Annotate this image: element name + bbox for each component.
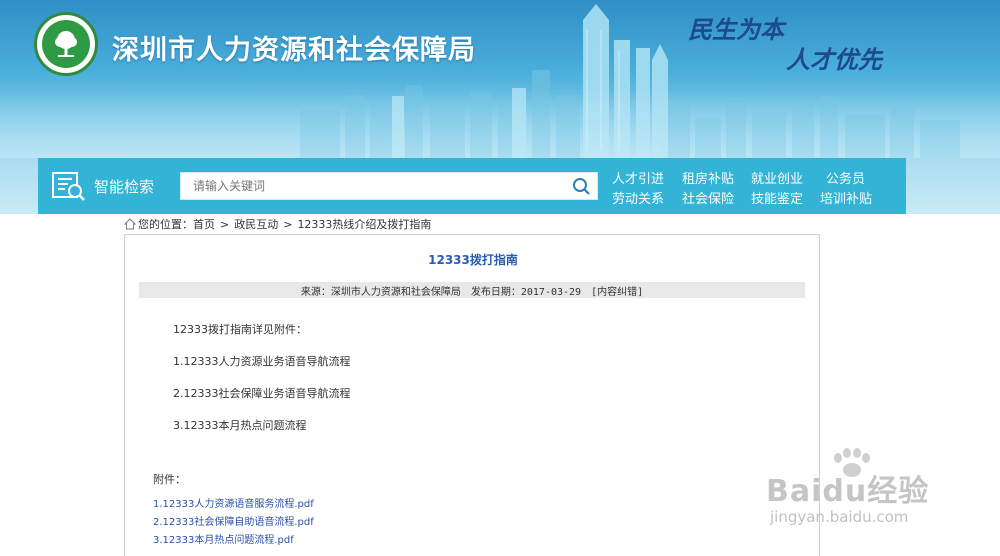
attachments-label: 附件： <box>153 473 186 486</box>
nav-link-employment[interactable]: 就业创业 <box>751 168 803 187</box>
nav-link-talent-intro[interactable]: 人才引进 <box>612 168 664 187</box>
nav-link-skill-appraisal[interactable]: 技能鉴定 <box>751 188 803 207</box>
breadcrumb-prefix: 您的位置： <box>138 218 193 231</box>
breadcrumb-home[interactable]: 首页 <box>193 216 215 232</box>
smart-search-icon <box>52 172 85 201</box>
attachment-link[interactable]: 2.12333社会保障自助语音流程.pdf <box>153 513 314 528</box>
article-paragraph: 12333拨打指南详见附件： <box>173 323 307 336</box>
content-correction-link[interactable]: [内容纠错] <box>591 283 643 298</box>
attachment-link[interactable]: 1.12333人力资源语音服务流程.pdf <box>153 495 314 510</box>
attachment-link[interactable]: 3.12333本月热点问题流程.pdf <box>153 531 294 546</box>
breadcrumb-hotline-guide[interactable]: 12333热线介绍及拨打指南 <box>297 216 431 232</box>
search-label: 智能检索 <box>94 178 155 196</box>
paw-icon <box>834 448 870 477</box>
article-panel: 12333拨打指南 来源：深圳市人力资源和社会保障局 发布日期：2017-03-… <box>124 234 820 556</box>
home-icon <box>124 218 136 230</box>
nav-link-labor-relations[interactable]: 劳动关系 <box>612 188 664 207</box>
nav-link-training-subsidy[interactable]: 培训补贴 <box>820 188 872 207</box>
article-paragraph: 1.12333人力资源业务语音导航流程 <box>173 355 351 368</box>
search-nav-bar: 智能检索 人才引进 租房补贴 就业创业 公务员 劳动关系 社会保险 技能鉴定 培… <box>38 158 906 214</box>
article-title: 12333拨打指南 <box>428 253 518 267</box>
search-icon[interactable] <box>571 176 593 196</box>
nav-link-civil-servant[interactable]: 公务员 <box>826 168 865 187</box>
nav-link-rent-subsidy[interactable]: 租房补贴 <box>682 168 734 187</box>
site-banner: 深圳市人力资源和社会保障局 民生为本 人才优先 <box>0 0 1000 158</box>
banner-haze <box>0 88 1000 158</box>
search-input[interactable] <box>181 173 565 199</box>
article-meta-bar: 来源：深圳市人力资源和社会保障局 发布日期：2017-03-29 [内容纠错] <box>139 282 805 298</box>
tree-emblem-icon <box>42 20 90 68</box>
article-date: 发布日期：2017-03-29 <box>470 286 582 298</box>
bureau-logo[interactable] <box>34 12 98 76</box>
article-paragraph: 3.12333本月热点问题流程 <box>173 419 307 432</box>
slogan-line-2: 人才优先 <box>786 45 882 74</box>
search-box <box>180 172 598 200</box>
article-paragraph: 2.12333社会保障业务语音导航流程 <box>173 387 351 400</box>
breadcrumb-separator: > <box>283 217 293 231</box>
site-title: 深圳市人力资源和社会保障局 <box>112 35 476 66</box>
quick-nav-links: 人才引进 租房补贴 就业创业 公务员 劳动关系 社会保险 技能鉴定 培训补贴 <box>604 166 904 208</box>
breadcrumb: 您的位置： 首页 > 政民互动 > 12333热线介绍及拨打指南 <box>124 216 431 232</box>
nav-link-social-insurance[interactable]: 社会保险 <box>682 188 734 207</box>
article-source: 来源：深圳市人力资源和社会保障局 <box>300 286 461 298</box>
slogan-line-1: 民生为本 <box>688 15 784 44</box>
breadcrumb-interaction[interactable]: 政民互动 <box>234 216 278 232</box>
breadcrumb-separator: > <box>220 217 230 231</box>
